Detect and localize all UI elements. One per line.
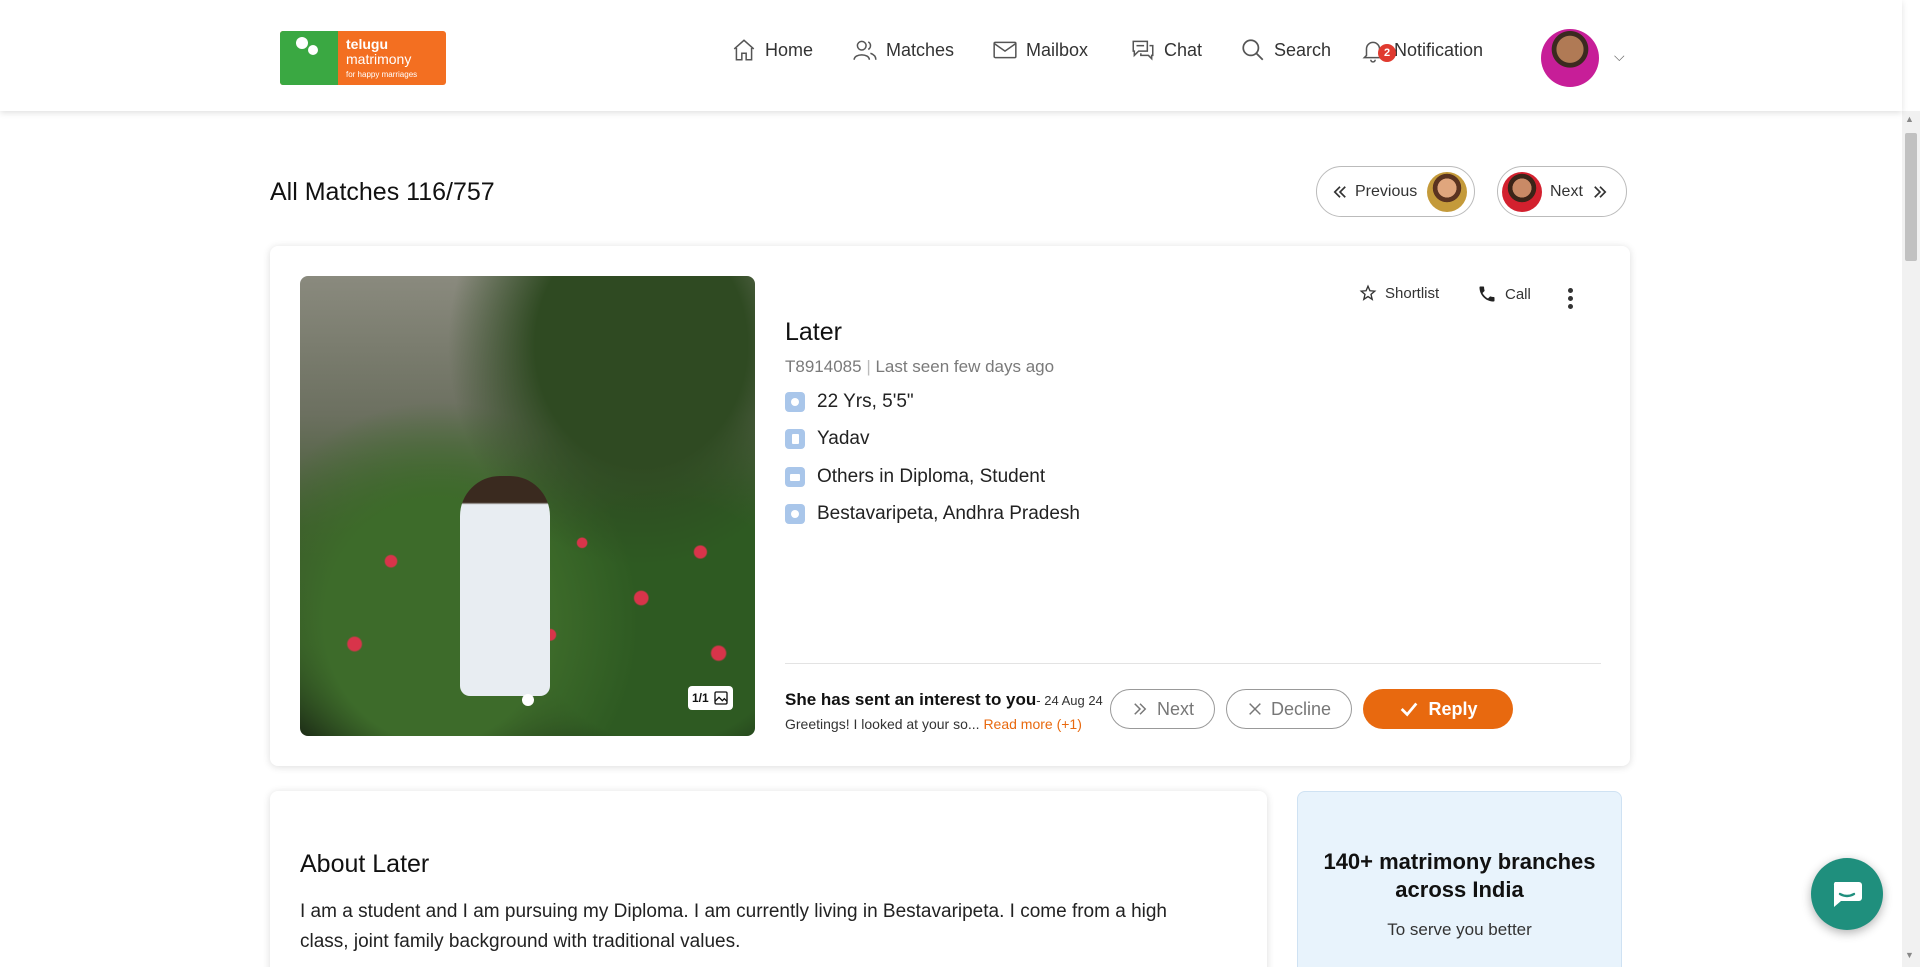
photo-count-badge[interactable]: 1/1 xyxy=(688,686,733,710)
more-options-icon[interactable] xyxy=(1568,288,1574,309)
home-icon xyxy=(733,39,755,61)
brand-logo[interactable]: telugu matrimony for happy marriages xyxy=(280,31,446,85)
shortlist-label: Shortlist xyxy=(1385,284,1440,302)
user-avatar[interactable] xyxy=(1541,29,1599,87)
logo-figure-head xyxy=(296,37,308,49)
detail-community: Yadav xyxy=(785,428,869,450)
users-icon xyxy=(853,40,877,60)
notification-badge: 2 xyxy=(1378,44,1396,62)
star-icon xyxy=(1359,284,1377,301)
about-text: I am a student and I am pursuing my Dipl… xyxy=(300,901,1167,952)
call-button[interactable]: Call xyxy=(1477,284,1531,304)
nav-matches[interactable]: Matches xyxy=(852,0,954,100)
read-more-link[interactable]: Read more (+1) xyxy=(983,716,1081,732)
photo-carousel-dot[interactable] xyxy=(522,694,534,706)
double-chevron-left-icon xyxy=(1333,185,1346,198)
reply-button[interactable]: Reply xyxy=(1363,689,1513,729)
logo-leaf xyxy=(280,31,338,85)
chat-icon xyxy=(1132,40,1154,61)
profile-meta: T8914085 | Last seen few days ago xyxy=(785,357,1054,377)
photo-count-text: 1/1 xyxy=(692,691,709,705)
profile-photo[interactable]: 1/1 xyxy=(300,276,755,736)
previous-profile-thumbnail xyxy=(1427,171,1468,212)
logo-line2: matrimony xyxy=(346,51,412,67)
profile-id: T8914085 xyxy=(785,357,862,376)
interest-date: - 24 Aug 24 xyxy=(1036,693,1103,708)
chat-support-button[interactable] xyxy=(1811,858,1883,930)
interest-next-button[interactable]: Next xyxy=(1110,689,1215,729)
book-icon xyxy=(785,429,805,449)
photo-person xyxy=(460,476,550,696)
mail-icon xyxy=(993,41,1017,59)
checkmark-icon xyxy=(1401,702,1418,717)
nav-search[interactable]: Search xyxy=(1240,0,1331,100)
logo-line1: telugu xyxy=(346,36,388,52)
nav-notification-label: Notification xyxy=(1394,39,1484,60)
call-label: Call xyxy=(1505,285,1531,303)
detail-education: Others in Diploma, Student xyxy=(785,466,1045,488)
close-icon xyxy=(1249,703,1261,715)
next-profile-thumbnail xyxy=(1502,171,1542,212)
double-chevron-right-icon xyxy=(1594,185,1607,198)
decline-button[interactable]: Decline xyxy=(1226,689,1352,729)
age-icon xyxy=(785,392,805,412)
interest-title-text: She has sent an interest to you xyxy=(785,690,1037,709)
next-profile-button[interactable]: Next xyxy=(1497,166,1627,217)
shortlist-button[interactable]: Shortlist xyxy=(1359,284,1439,302)
profile-name: Later xyxy=(785,318,842,346)
nav-mailbox[interactable]: Mailbox xyxy=(992,0,1088,100)
logo-figure-head-2 xyxy=(308,45,318,55)
nav-matches-label: Matches xyxy=(886,39,955,60)
about-title: About Later xyxy=(300,850,430,878)
location-text: Bestavaripeta, Andhra Pradesh xyxy=(817,503,1081,524)
previous-label: Previous xyxy=(1355,182,1418,200)
briefcase-icon xyxy=(785,467,805,487)
detail-age-height: 22 Yrs, 5'5" xyxy=(785,391,914,413)
previous-profile-button[interactable]: Previous xyxy=(1316,166,1475,217)
interest-heading: She has sent an interest to you- 24 Aug … xyxy=(785,690,1103,710)
chat-bubble-icon xyxy=(1833,882,1862,907)
reply-label: Reply xyxy=(1428,698,1478,719)
nav-search-label: Search xyxy=(1274,39,1332,60)
age-height-text: 22 Yrs, 5'5" xyxy=(817,391,914,412)
interest-message: Greetings! I looked at your so... Read m… xyxy=(785,716,1082,732)
community-text: Yadav xyxy=(817,428,870,449)
top-header: telugu matrimony for happy marriages Hom… xyxy=(0,0,1902,111)
double-chevron-right-icon xyxy=(1134,703,1147,715)
logo-tagline: for happy marriages xyxy=(346,70,418,79)
nav-chat[interactable]: Chat xyxy=(1130,0,1202,100)
search-icon xyxy=(1242,39,1264,61)
phone-icon xyxy=(1479,286,1495,302)
branch-title: 140+ matrimony branches across India xyxy=(1323,849,1596,902)
detail-location: Bestavaripeta, Andhra Pradesh xyxy=(785,503,1080,525)
branch-subtitle: To serve you better xyxy=(1387,920,1532,939)
next-label: Next xyxy=(1550,182,1583,200)
interest-next-label: Next xyxy=(1156,698,1194,719)
chevron-down-icon[interactable]: ⌵ xyxy=(1614,48,1625,65)
nav-chat-label: Chat xyxy=(1164,39,1203,60)
interest-message-text: Greetings! I looked at your so... xyxy=(785,716,980,732)
nav-mailbox-label: Mailbox xyxy=(1026,39,1089,60)
location-pin-icon xyxy=(785,504,805,524)
nav-home-label: Home xyxy=(765,39,814,60)
page-title: All Matches 116/757 xyxy=(270,178,495,206)
decline-label: Decline xyxy=(1270,698,1332,719)
education-text: Others in Diploma, Student xyxy=(817,466,1046,487)
nav-home[interactable]: Home xyxy=(731,0,813,100)
scrollbar-thumb[interactable] xyxy=(1905,133,1917,261)
scroll-down-icon[interactable]: ▼ xyxy=(1905,950,1914,960)
profile-last-seen: Last seen few days ago xyxy=(875,357,1055,376)
card-divider xyxy=(785,663,1601,664)
scroll-up-icon[interactable]: ▲ xyxy=(1905,114,1914,124)
gallery-icon xyxy=(714,691,728,705)
